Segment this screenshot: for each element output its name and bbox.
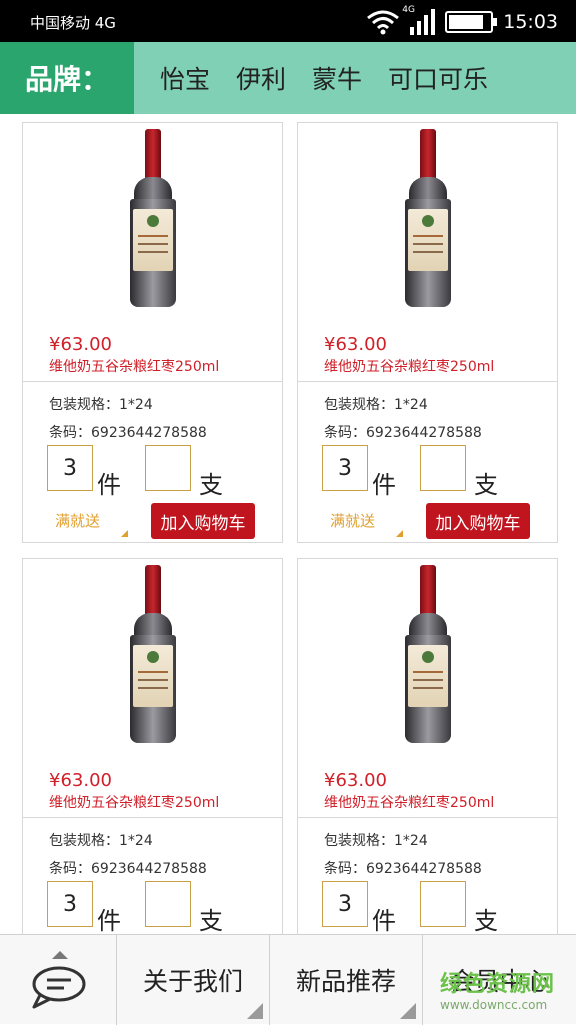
product-spec: 包装规格：1*24 xyxy=(324,397,428,413)
piece-unit-label: 支 xyxy=(474,907,498,935)
product-barcode: 条码：6923644278588 xyxy=(49,425,207,441)
card-divider xyxy=(298,817,557,818)
product-price: ¥63.00 xyxy=(324,334,387,355)
case-quantity-input[interactable]: 3 xyxy=(322,445,368,491)
product-name[interactable]: 维他奶五谷杂粮红枣250ml xyxy=(49,356,219,376)
network-tag: 4G xyxy=(402,5,415,15)
piece-quantity-input[interactable] xyxy=(420,881,466,927)
brand-item-yili[interactable]: 伊利 xyxy=(236,60,286,96)
case-unit-label: 件 xyxy=(372,471,396,499)
product-price: ¥63.00 xyxy=(49,334,112,355)
status-icons: 4G 15:03 xyxy=(366,5,558,38)
wine-bottle-image xyxy=(129,565,176,745)
product-barcode: 条码：6923644278588 xyxy=(49,861,207,877)
chat-bubble-icon xyxy=(32,966,86,1009)
brand-item-yibao[interactable]: 怡宝 xyxy=(160,60,210,96)
clock: 15:03 xyxy=(503,11,558,33)
product-card[interactable]: ¥63.00 维他奶五谷杂粮红枣250ml 包装规格：1*24 条码：69236… xyxy=(297,122,558,543)
add-to-cart-button[interactable]: 加入购物车 xyxy=(426,503,530,539)
piece-quantity-input[interactable] xyxy=(145,881,191,927)
watermark-title: 绿色资源网 xyxy=(440,972,556,997)
product-spec: 包装规格：1*24 xyxy=(49,397,153,413)
card-divider xyxy=(23,381,282,382)
nav-new-products-label: 新品推荐 xyxy=(295,967,396,996)
product-name[interactable]: 维他奶五谷杂粮红枣250ml xyxy=(49,792,219,812)
product-card[interactable]: ¥63.00 维他奶五谷杂粮红枣250ml 包装规格：1*24 条码：69236… xyxy=(22,122,283,543)
promo-corner-icon xyxy=(121,530,128,537)
brand-filter-bar: 品牌： 怡宝 伊利 蒙牛 可口可乐 xyxy=(0,42,576,114)
nav-about-us[interactable]: 关于我们 xyxy=(117,935,270,1025)
piece-unit-label: 支 xyxy=(199,471,223,499)
expand-up-icon xyxy=(52,951,68,959)
brand-list: 怡宝 伊利 蒙牛 可口可乐 xyxy=(160,42,488,114)
watermark-url: www.downcc.com xyxy=(440,998,548,1012)
wine-bottle-image xyxy=(129,129,176,309)
product-barcode: 条码：6923644278588 xyxy=(324,861,482,877)
carrier-label: 中国移动 4G xyxy=(30,14,116,32)
cell-signal-icon: 4G xyxy=(402,5,436,35)
chat-button[interactable] xyxy=(0,935,117,1025)
piece-quantity-input[interactable] xyxy=(145,445,191,491)
product-price: ¥63.00 xyxy=(49,770,112,791)
case-unit-label: 件 xyxy=(372,907,396,935)
product-spec: 包装规格：1*24 xyxy=(49,833,153,849)
piece-unit-label: 支 xyxy=(199,907,223,935)
product-card[interactable]: ¥63.00 维他奶五谷杂粮红枣250ml 包装规格：1*24 条码：69236… xyxy=(22,558,283,979)
case-quantity-input[interactable]: 3 xyxy=(47,881,93,927)
case-quantity-input[interactable]: 3 xyxy=(47,445,93,491)
promo-link[interactable]: 满就送 xyxy=(330,510,375,531)
site-watermark: 绿色资源网 www.downcc.com xyxy=(440,966,570,1012)
card-divider xyxy=(298,381,557,382)
wine-bottle-image xyxy=(404,565,451,745)
product-price: ¥63.00 xyxy=(324,770,387,791)
brand-item-mengniu[interactable]: 蒙牛 xyxy=(312,60,362,96)
piece-quantity-input[interactable] xyxy=(420,445,466,491)
product-name[interactable]: 维他奶五谷杂粮红枣250ml xyxy=(324,356,494,376)
brand-title: 品牌： xyxy=(0,42,134,114)
corner-triangle-icon xyxy=(400,1003,416,1019)
nav-about-us-label: 关于我们 xyxy=(142,967,243,996)
brand-item-coca-cola[interactable]: 可口可乐 xyxy=(388,60,488,96)
case-unit-label: 件 xyxy=(97,471,121,499)
case-quantity-input[interactable]: 3 xyxy=(322,881,368,927)
promo-link[interactable]: 满就送 xyxy=(55,510,100,531)
case-unit-label: 件 xyxy=(97,907,121,935)
battery-icon xyxy=(445,11,498,33)
status-bar: 中国移动 4G 4G 15:03 xyxy=(0,0,576,42)
card-divider xyxy=(23,817,282,818)
add-to-cart-button[interactable]: 加入购物车 xyxy=(151,503,255,539)
promo-corner-icon xyxy=(396,530,403,537)
product-barcode: 条码：6923644278588 xyxy=(324,425,482,441)
corner-triangle-icon xyxy=(247,1003,263,1019)
product-spec: 包装规格：1*24 xyxy=(324,833,428,849)
piece-unit-label: 支 xyxy=(474,471,498,499)
nav-new-products[interactable]: 新品推荐 xyxy=(270,935,423,1025)
product-name[interactable]: 维他奶五谷杂粮红枣250ml xyxy=(324,792,494,812)
wifi-icon xyxy=(367,10,400,35)
wine-bottle-image xyxy=(404,129,451,309)
product-card[interactable]: ¥63.00 维他奶五谷杂粮红枣250ml 包装规格：1*24 条码：69236… xyxy=(297,558,558,979)
